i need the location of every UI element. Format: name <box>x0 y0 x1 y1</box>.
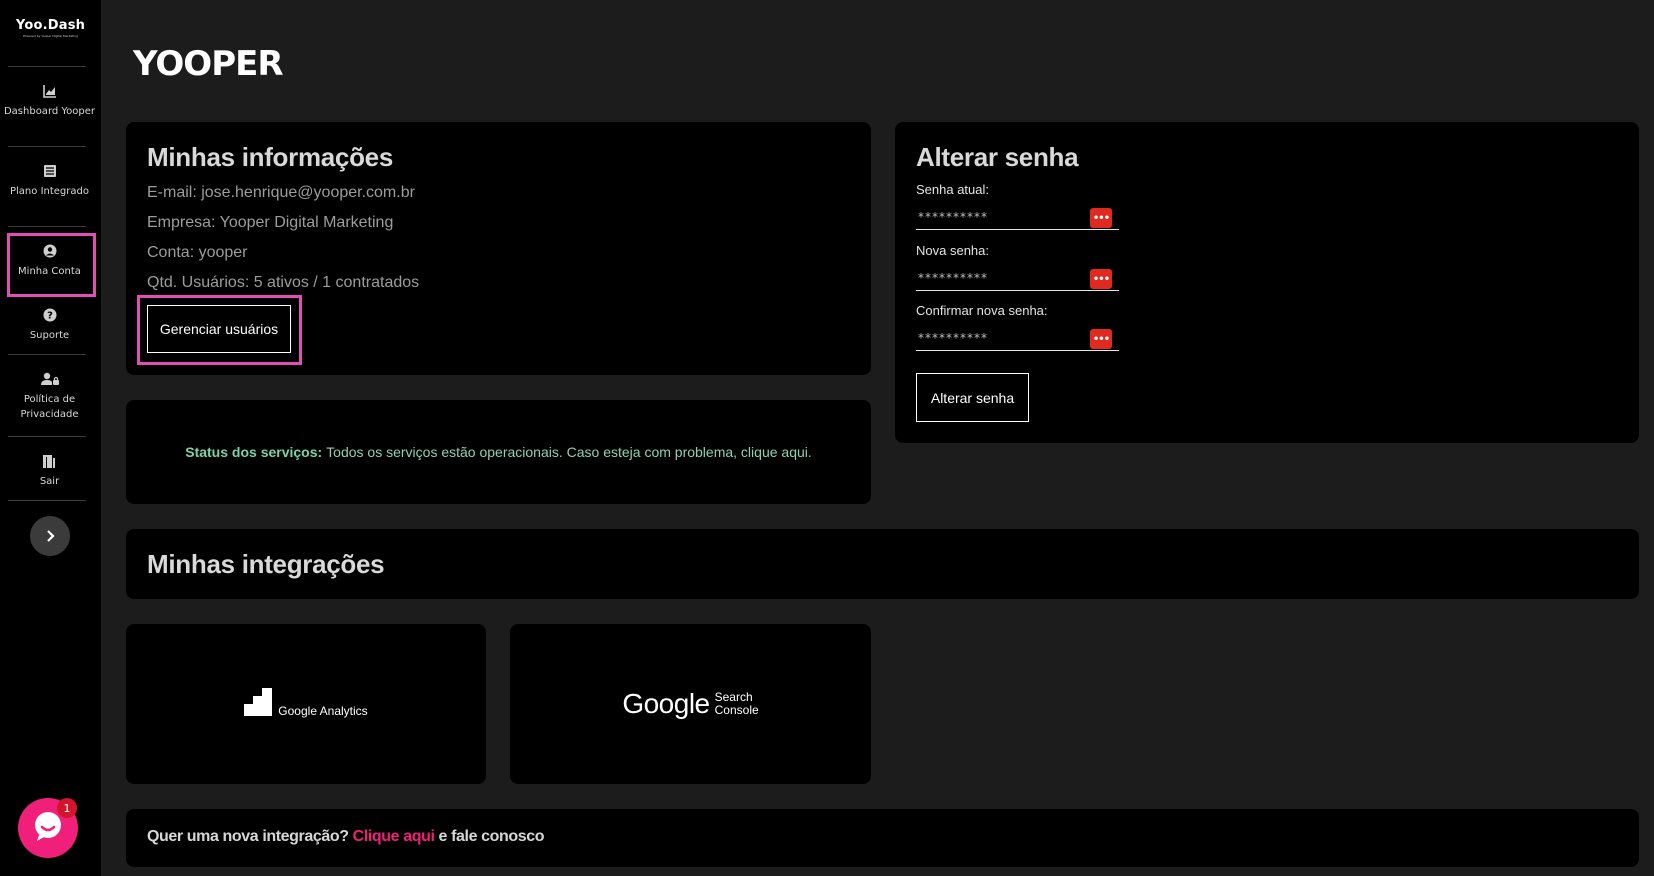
sidebar-item-privacidade[interactable]: Política de Privacidade <box>0 372 99 422</box>
current-password-field[interactable]: ********** ••• <box>916 208 1119 230</box>
notification-badge: 1 <box>57 798 77 818</box>
google-wordmark: Google <box>622 688 710 719</box>
password-manager-icon[interactable]: ••• <box>1090 208 1112 228</box>
password-manager-icon[interactable]: ••• <box>1090 329 1112 349</box>
sidebar-item-suporte[interactable]: ? Suporte <box>0 308 99 343</box>
password-mask: ********** <box>918 331 988 345</box>
sidebar-item-label: Suporte <box>29 330 70 341</box>
analytics-bars-icon <box>244 688 273 720</box>
sidebar-item-label: Sair <box>39 476 60 487</box>
chart-icon <box>42 84 57 98</box>
sidebar-item-label: Plano Integrado <box>10 186 89 197</box>
account-text: Conta: yooper <box>147 244 248 261</box>
sidebar-divider <box>8 354 86 355</box>
brand-name: Yoo.Dash <box>15 18 86 33</box>
sidebar-divider <box>8 66 86 67</box>
status-message[interactable]: Status dos serviços: Todos os serviços e… <box>126 400 871 504</box>
help-icon: ? <box>43 308 57 322</box>
users-count-text: Qtd. Usuários: 5 ativos / 1 contratados <box>147 274 420 291</box>
status-text: Todos os serviços estão operacionais. Ca… <box>326 444 812 460</box>
list-icon <box>43 164 57 178</box>
chevron-right-icon <box>45 527 55 546</box>
brand-tagline: Powered by Yooper Digital Marketing <box>22 34 79 38</box>
search-console-line2: Console <box>714 703 759 717</box>
sidebar-divider <box>8 500 86 501</box>
highlight-box <box>137 295 302 365</box>
password-mask: ********** <box>918 210 988 224</box>
yooper-logo: YOOPER <box>133 44 284 84</box>
sidebar-divider <box>8 436 86 437</box>
google-analytics-label: Google Analytics <box>278 704 368 718</box>
email-text: E-mail: jose.henrique@yooper.com.br <box>147 184 415 201</box>
cta-prefix: Quer uma nova integração? <box>147 828 349 845</box>
sidebar-divider <box>8 146 86 147</box>
new-password-label: Nova senha: <box>916 243 989 258</box>
info-title: Minhas informações <box>147 142 393 172</box>
password-title: Alterar senha <box>916 142 1079 172</box>
search-console-label: Search Console <box>715 691 759 717</box>
new-integration-cta: Quer uma nova integração? Clique aqui e … <box>147 828 545 846</box>
cta-link[interactable]: Clique aqui <box>353 828 435 845</box>
confirm-password-label: Confirmar nova senha: <box>916 303 1048 318</box>
sidebar-item-label: Dashboard Yooper <box>3 106 96 117</box>
google-search-console-logo: Google Search Console <box>622 688 758 720</box>
company-text: Empresa: Yooper Digital Marketing <box>147 214 394 231</box>
brand-logo[interactable]: Yoo.Dash Powered by Yooper Digital Marke… <box>0 18 101 38</box>
password-mask: ********** <box>918 271 988 285</box>
cta-suffix: e fale conosco <box>438 828 545 845</box>
sidebar: Yoo.Dash Powered by Yooper Digital Marke… <box>0 0 101 876</box>
new-password-field[interactable]: ********** ••• <box>916 269 1119 291</box>
sidebar-item-dashboard[interactable]: Dashboard Yooper <box>0 84 99 119</box>
current-password-label: Senha atual: <box>916 182 990 197</box>
svg-text:?: ? <box>47 311 53 322</box>
google-analytics-logo: Google Analytics <box>244 688 368 720</box>
status-label: Status dos serviços: <box>185 444 323 460</box>
exit-door-icon <box>41 454 59 468</box>
confirm-password-field[interactable]: ********** ••• <box>916 329 1119 351</box>
highlight-box <box>7 233 96 297</box>
sidebar-item-plano[interactable]: Plano Integrado <box>0 164 99 199</box>
password-manager-icon[interactable]: ••• <box>1090 269 1112 289</box>
sidebar-item-label: Política de Privacidade <box>20 394 79 420</box>
integration-card-google-analytics[interactable]: Google Analytics <box>126 624 486 784</box>
integrations-title: Minhas integrações <box>147 549 385 579</box>
user-lock-icon <box>40 372 60 386</box>
integration-card-search-console[interactable]: Google Search Console <box>510 624 871 784</box>
expand-sidebar-button[interactable] <box>30 516 70 556</box>
sidebar-divider <box>8 226 86 227</box>
sidebar-item-sair[interactable]: Sair <box>0 454 99 489</box>
change-password-button[interactable]: Alterar senha <box>916 373 1029 422</box>
